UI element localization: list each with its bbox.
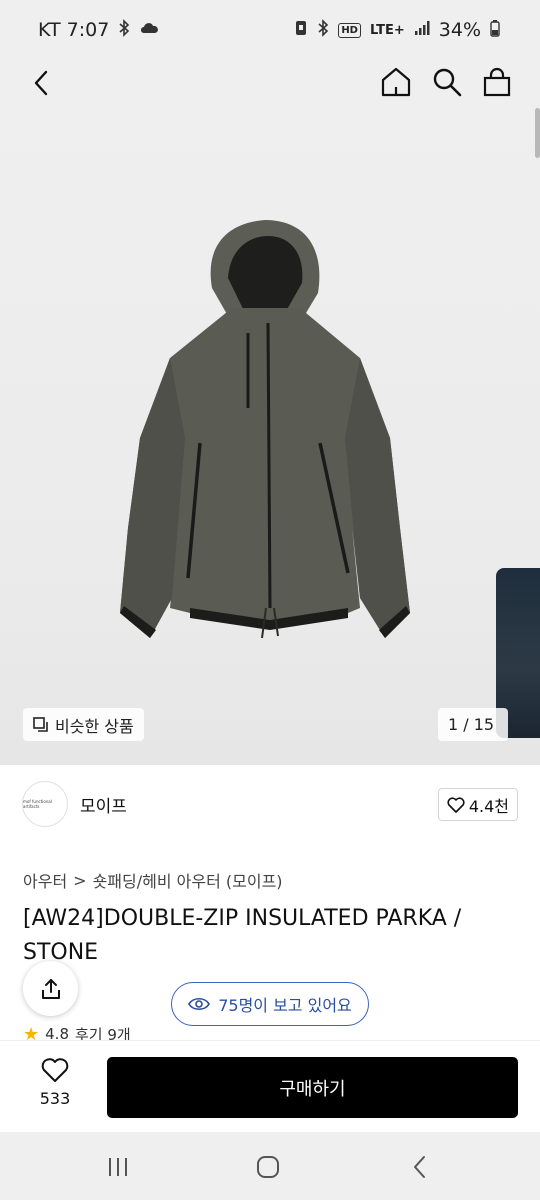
battery-percent: 34%	[438, 19, 481, 41]
heart-icon	[41, 1058, 69, 1082]
breadcrumb-separator: >	[73, 870, 87, 890]
bluetooth-icon	[118, 19, 130, 41]
brand-like-count: 4.4천	[468, 796, 509, 816]
search-icon	[433, 68, 462, 97]
system-navigation-bar	[0, 1132, 540, 1200]
brand-like-button[interactable]: 4.4천	[437, 788, 518, 821]
brand-row: mof functional artifacts 모이프 4.4천	[22, 778, 518, 830]
wishlist-button[interactable]: 533	[22, 1057, 88, 1117]
shopping-bag-icon	[483, 67, 511, 97]
status-bar: KT 7:07 HD LTE+ 34%	[0, 0, 540, 60]
breadcrumb-subcategory[interactable]: 숏패딩/헤비 아우터 (모이프)	[93, 868, 283, 892]
brand-logo[interactable]: mof functional artifacts	[22, 781, 68, 827]
buy-button[interactable]: 구매하기	[107, 1057, 518, 1118]
top-navigation	[0, 60, 540, 108]
cloud-icon	[139, 19, 161, 41]
back-nav-button[interactable]	[400, 1150, 440, 1184]
breadcrumb: 아우터 > 숏패딩/헤비 아우터 (모이프)	[23, 868, 283, 892]
recent-apps-button[interactable]	[98, 1150, 138, 1184]
image-counter: 1 / 15	[438, 708, 508, 741]
hd-icon: HD	[338, 22, 361, 38]
cart-button[interactable]	[477, 62, 517, 102]
brand-logo-text: mof functional artifacts	[23, 799, 52, 809]
breadcrumb-category[interactable]: 아우터	[23, 868, 67, 892]
heart-outline-icon	[447, 796, 465, 813]
wishlist-count: 533	[39, 1089, 71, 1108]
share-icon	[41, 978, 60, 999]
scroll-indicator	[535, 108, 540, 158]
share-button[interactable]	[23, 961, 78, 1016]
product-title: [AW24]DOUBLE-ZIP INSULATED PARKA / STONE	[23, 906, 462, 965]
back-nav-icon	[414, 1156, 425, 1178]
similar-products-button[interactable]: 비슷한 상품	[23, 708, 144, 741]
product-photo	[120, 220, 410, 639]
search-button[interactable]	[427, 62, 467, 102]
chevron-left-icon	[34, 70, 48, 96]
bluetooth-status-icon	[317, 19, 329, 41]
home-nav-button[interactable]	[248, 1150, 288, 1184]
brand-name[interactable]: 모이프	[80, 792, 127, 817]
similar-products-label: 비슷한 상품	[55, 716, 134, 736]
viewers-badge: 75명이 보고 있어요	[171, 982, 369, 1026]
status-left: KT 7:07	[38, 19, 161, 41]
network-type: LTE+	[369, 22, 405, 38]
recent-apps-icon	[109, 1158, 127, 1176]
status-time: KT 7:07	[38, 19, 110, 41]
sync-icon	[294, 19, 308, 41]
battery-icon	[490, 19, 500, 41]
back-button[interactable]	[24, 64, 58, 102]
viewers-text: 75명이 보고 있어요	[218, 996, 352, 1015]
product-image-carousel[interactable]: 비슷한 상품 1 / 15	[0, 108, 540, 765]
home-icon	[381, 67, 411, 97]
status-right: HD LTE+ 34%	[294, 19, 500, 41]
home-circle-icon	[257, 1156, 279, 1178]
signal-icon	[414, 20, 430, 40]
bottom-action-bar: 533 구매하기	[0, 1040, 540, 1132]
copy-icon	[33, 716, 48, 732]
eye-icon	[188, 997, 211, 1011]
home-button[interactable]	[376, 62, 416, 102]
